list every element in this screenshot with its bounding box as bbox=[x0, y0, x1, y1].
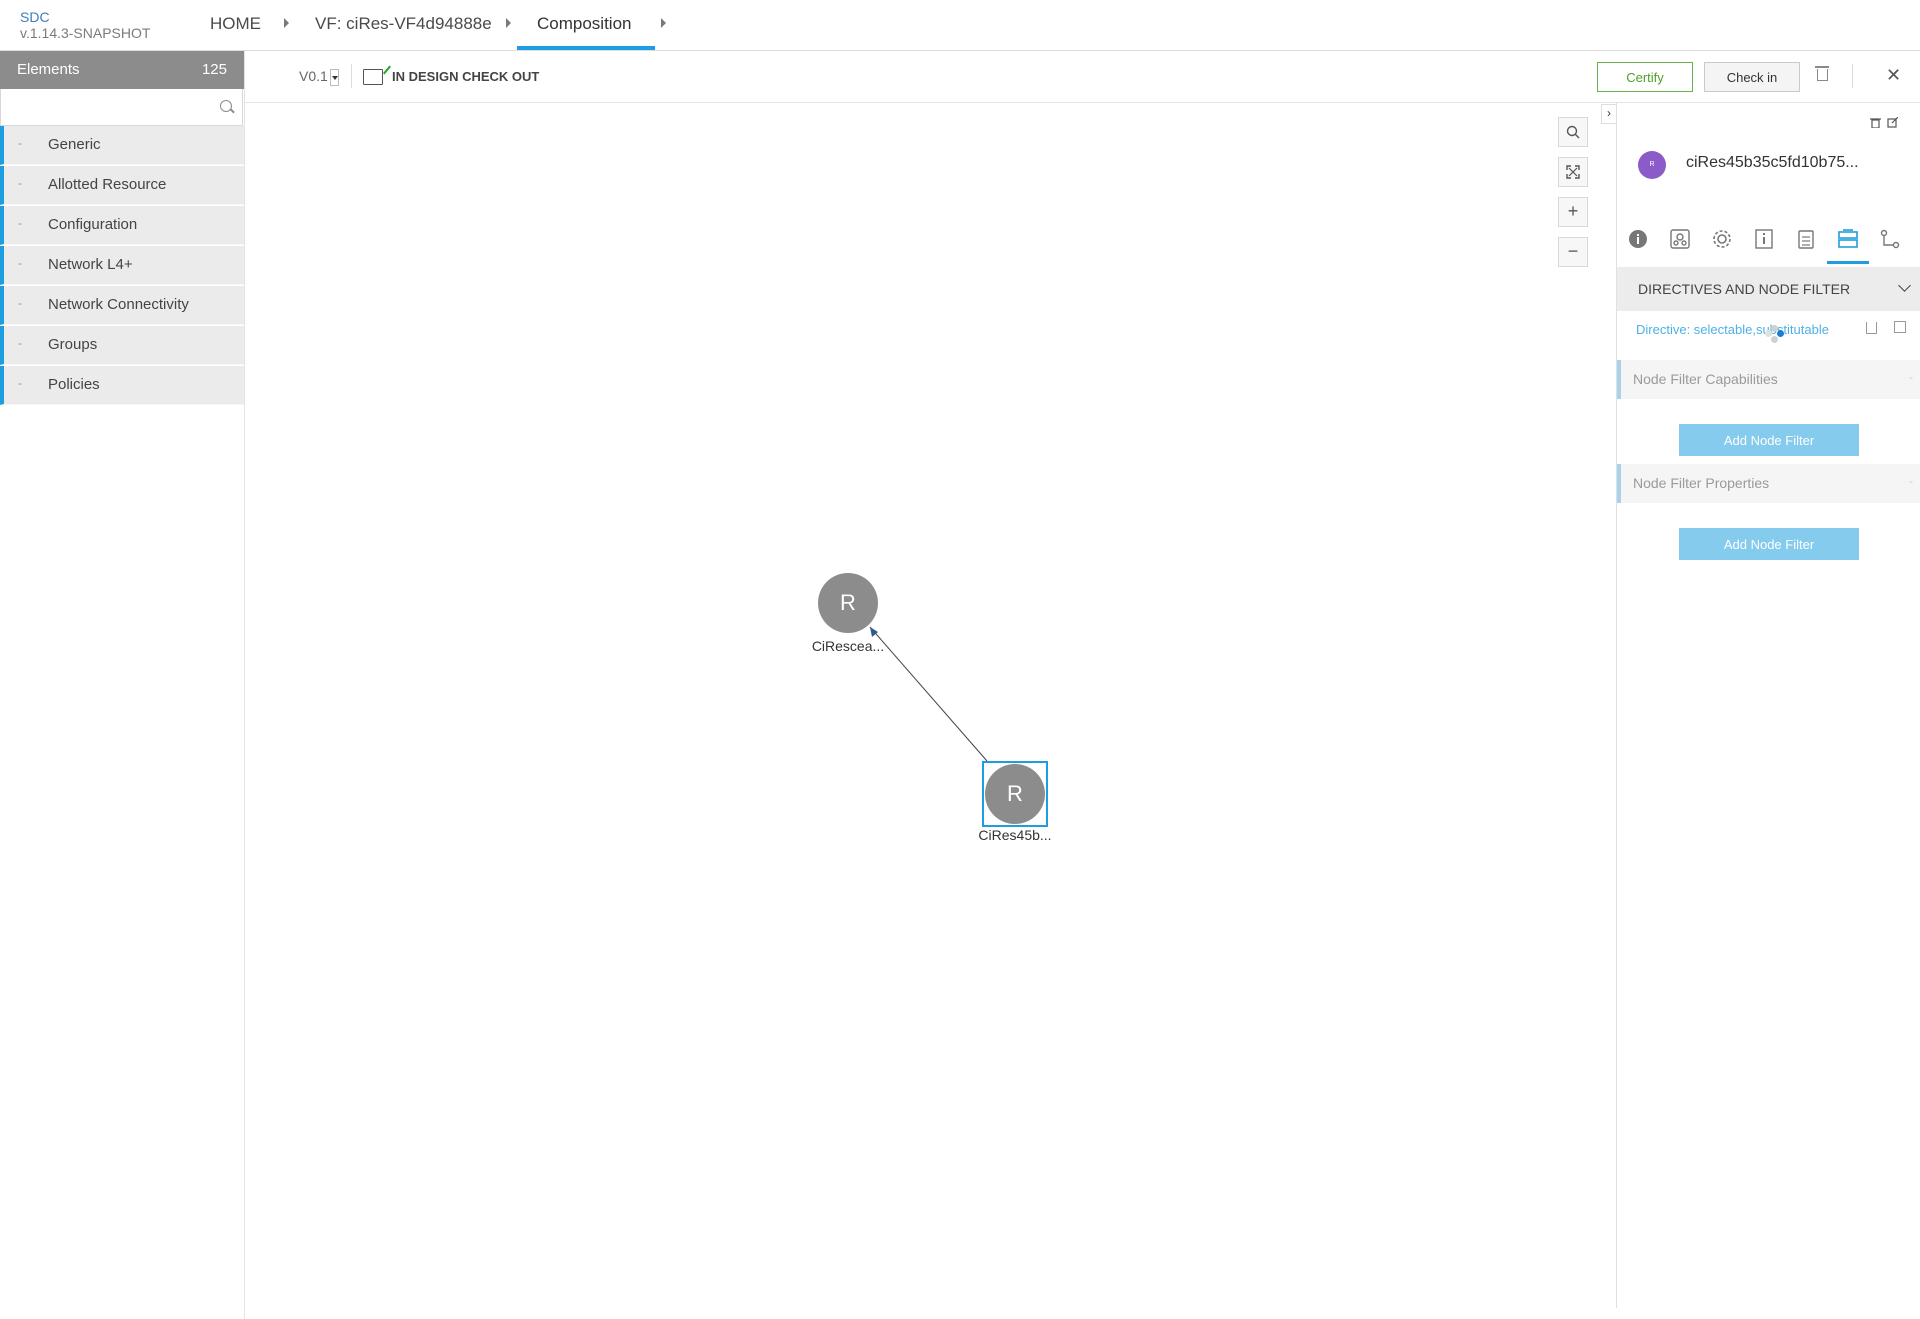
active-tab-indicator bbox=[517, 46, 655, 50]
category-generic[interactable]: - Generic bbox=[0, 126, 244, 165]
breadcrumb-vf[interactable]: VF: ciRes-VF4d94888e bbox=[315, 14, 492, 34]
relation-lines bbox=[869, 626, 988, 762]
collapse-icon: - bbox=[18, 216, 22, 230]
component-node[interactable]: R bbox=[818, 573, 878, 633]
category-allotted-resource[interactable]: - Allotted Resource bbox=[0, 166, 244, 205]
collapse-icon: - bbox=[1909, 370, 1913, 384]
breadcrumb-composition[interactable]: Composition bbox=[537, 14, 632, 34]
elements-palette: Elements 125 - Generic - Allotted Resour… bbox=[0, 51, 245, 1319]
divider bbox=[1852, 64, 1853, 88]
chevron-down-icon[interactable] bbox=[330, 69, 339, 86]
category-label: Network L4+ bbox=[48, 256, 133, 273]
relations-icon bbox=[1880, 229, 1900, 249]
app-version: v.1.14.3-SNAPSHOT bbox=[20, 25, 151, 41]
composition-toolbar: V0.1 IN DESIGN CHECK OUT Certify Check i… bbox=[245, 51, 1920, 103]
tab-directives[interactable] bbox=[1827, 217, 1869, 264]
subsection-title: Node Filter Properties bbox=[1633, 475, 1770, 491]
checkout-status-icon bbox=[363, 69, 383, 85]
avatar: R bbox=[1638, 151, 1666, 179]
palette-title: Elements bbox=[17, 61, 80, 78]
component-node-selected[interactable]: R bbox=[985, 764, 1045, 824]
lifecycle-status: IN DESIGN CHECK OUT bbox=[392, 69, 540, 84]
collapse-icon: - bbox=[18, 176, 22, 190]
category-label: Configuration bbox=[48, 216, 138, 233]
certify-button[interactable]: Certify bbox=[1597, 62, 1693, 92]
add-node-filter-capabilities-button[interactable]: Add Node Filter bbox=[1679, 424, 1859, 456]
details-icon bbox=[1755, 229, 1773, 249]
edit-icon[interactable] bbox=[1887, 117, 1898, 128]
category-label: Groups bbox=[48, 336, 98, 353]
clipboard-icon bbox=[1798, 230, 1814, 249]
composition-canvas[interactable]: + − R CiRescea... R CiRes45b... bbox=[245, 103, 1615, 1308]
node-label: CiRescea... bbox=[811, 638, 885, 654]
category-groups[interactable]: - Groups bbox=[0, 326, 244, 365]
directives-icon bbox=[1838, 229, 1858, 248]
trash-icon[interactable] bbox=[1815, 66, 1829, 81]
search-input[interactable] bbox=[5, 93, 209, 121]
tab-details[interactable] bbox=[1743, 217, 1785, 264]
info-icon bbox=[1629, 230, 1647, 248]
app-name: SDC bbox=[20, 9, 50, 25]
brand[interactable]: SDC v.1.14.3-SNAPSHOT bbox=[20, 9, 150, 41]
collapse-icon: - bbox=[18, 136, 22, 150]
collapse-icon: - bbox=[1909, 474, 1913, 488]
tab-general-info[interactable] bbox=[1617, 217, 1659, 264]
tab-settings[interactable] bbox=[1701, 217, 1743, 264]
trash-icon[interactable] bbox=[1866, 322, 1877, 334]
search-icon[interactable] bbox=[1558, 117, 1588, 147]
version-label[interactable]: V0.1 bbox=[299, 68, 328, 84]
tab-composition[interactable] bbox=[1659, 217, 1701, 264]
directives-section-header[interactable]: DIRECTIVES AND NODE FILTER bbox=[1617, 267, 1920, 311]
category-label: Allotted Resource bbox=[48, 176, 167, 193]
category-network-connectivity[interactable]: - Network Connectivity bbox=[0, 286, 244, 325]
details-panel: R ciRes45b35c5fd10b75... DIRECTIVES AND … bbox=[1616, 103, 1920, 1308]
chevron-down-icon bbox=[1898, 279, 1911, 292]
zoom-out-icon[interactable]: − bbox=[1558, 237, 1588, 267]
category-network-l4[interactable]: - Network L4+ bbox=[0, 246, 244, 285]
add-node-filter-properties-button[interactable]: Add Node Filter bbox=[1679, 528, 1859, 560]
subsection-title: Node Filter Capabilities bbox=[1633, 371, 1778, 387]
palette-search bbox=[0, 89, 243, 126]
fit-to-screen-icon[interactable] bbox=[1558, 157, 1588, 187]
chevron-right-icon[interactable] bbox=[284, 18, 289, 28]
chevron-right-icon[interactable] bbox=[506, 18, 511, 28]
section-title: DIRECTIVES AND NODE FILTER bbox=[1638, 281, 1851, 297]
collapse-icon: - bbox=[18, 376, 22, 390]
gear-icon bbox=[1713, 230, 1731, 248]
tab-relations[interactable] bbox=[1869, 217, 1911, 264]
top-navigation: SDC v.1.14.3-SNAPSHOT HOME VF: ciRes-VF4… bbox=[0, 0, 1920, 51]
trash-icon[interactable] bbox=[1870, 117, 1881, 128]
category-policies[interactable]: - Policies bbox=[0, 366, 244, 405]
close-icon[interactable]: ✕ bbox=[1886, 65, 1901, 86]
checkin-button[interactable]: Check in bbox=[1704, 62, 1800, 92]
category-label: Network Connectivity bbox=[48, 296, 189, 313]
edit-icon[interactable] bbox=[1894, 321, 1906, 333]
node-filter-capabilities-header[interactable]: Node Filter Capabilities - bbox=[1617, 360, 1920, 399]
category-label: Policies bbox=[48, 376, 100, 393]
node-filter-properties-header[interactable]: Node Filter Properties - bbox=[1617, 464, 1920, 503]
directive-value: Directive: selectable,substitutable bbox=[1636, 322, 1829, 337]
collapse-panel-icon[interactable]: › bbox=[1601, 104, 1617, 124]
search-icon[interactable] bbox=[220, 100, 232, 112]
zoom-in-icon[interactable]: + bbox=[1558, 197, 1588, 227]
breadcrumb-home[interactable]: HOME bbox=[210, 14, 261, 34]
component-title: ciRes45b35c5fd10b75... bbox=[1686, 154, 1859, 171]
panel-tabs bbox=[1617, 217, 1920, 268]
palette-header: Elements 125 bbox=[0, 51, 244, 89]
collapse-icon: - bbox=[18, 296, 22, 310]
node-label: CiRes45b... bbox=[978, 827, 1052, 843]
collapse-icon: - bbox=[18, 256, 22, 270]
chevron-right-icon[interactable] bbox=[661, 18, 666, 28]
tab-artifacts[interactable] bbox=[1785, 217, 1827, 264]
collapse-icon: - bbox=[18, 336, 22, 350]
loading-spinner-icon bbox=[1765, 325, 1784, 343]
divider bbox=[351, 64, 352, 88]
category-configuration[interactable]: - Configuration bbox=[0, 206, 244, 245]
palette-count: 125 bbox=[201, 61, 227, 78]
category-label: Generic bbox=[48, 136, 101, 153]
composition-icon bbox=[1670, 229, 1690, 249]
